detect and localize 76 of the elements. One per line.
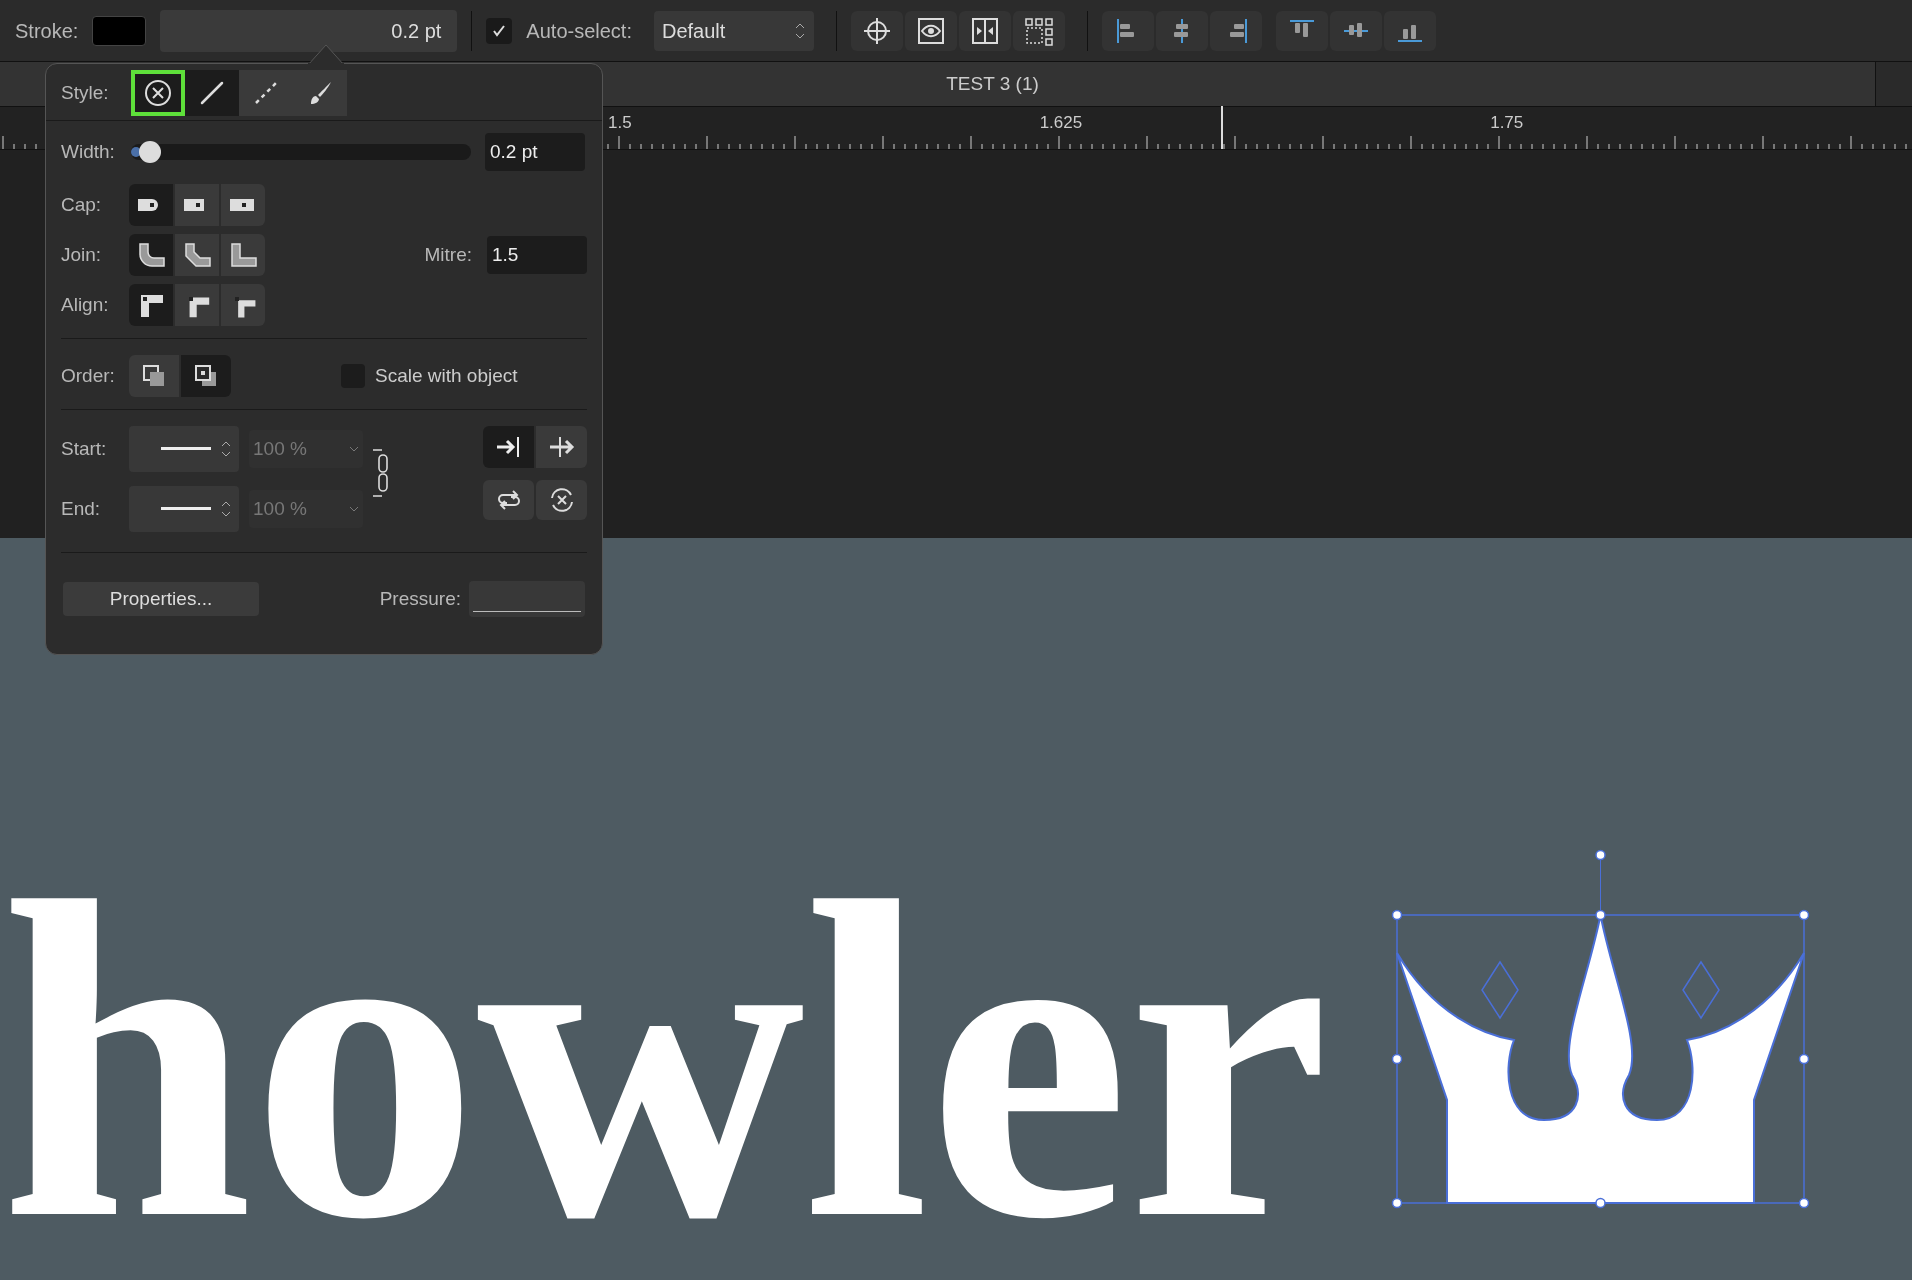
chevron-down-icon [349, 505, 359, 513]
align-horizontal-button[interactable] [1101, 10, 1154, 51]
snapping-button[interactable] [850, 10, 903, 51]
stroke-front-icon [193, 363, 219, 389]
segment-button[interactable] [221, 234, 265, 276]
field-label: Order: [61, 363, 116, 388]
mirror-icon [969, 15, 1000, 46]
align-vertical-button[interactable] [1329, 10, 1382, 51]
scale-with-object-label: Scale with object [375, 363, 518, 388]
field-label: Style: [61, 80, 110, 105]
line-end-icon [161, 446, 211, 452]
view-button[interactable] [904, 10, 957, 51]
auto-select-label: Auto-select: [526, 18, 632, 44]
line-join-icon [182, 242, 212, 268]
transform-button[interactable] [1012, 10, 1065, 51]
stroke-style-button[interactable] [185, 70, 239, 116]
field-label: Start: [61, 436, 108, 461]
stroke-color-swatch[interactable] [92, 15, 147, 46]
mitre-label: Mitre: [424, 242, 472, 267]
line-join-icon [136, 242, 166, 268]
swap-arrowheads-button[interactable] [483, 480, 534, 520]
line-end-icon [161, 506, 211, 512]
crown-drawing[interactable] [1391, 849, 1810, 1209]
stepper-icon [221, 439, 231, 459]
align-horizontal-button[interactable] [1155, 10, 1208, 51]
dashed-line-icon [253, 80, 279, 106]
align-vertical-button[interactable] [1275, 10, 1328, 51]
flip-button[interactable] [958, 10, 1011, 51]
stroke-behind-icon [141, 363, 167, 389]
stroke-label: Stroke: [15, 18, 79, 44]
align-horizontal-button[interactable] [1209, 10, 1262, 51]
pressure-curve-field[interactable] [469, 581, 585, 617]
properties-button[interactable]: Properties... [63, 582, 259, 616]
mitre-field[interactable]: 1.5 [487, 236, 587, 274]
arrow-through-line-icon [547, 435, 576, 459]
pressure-label: Pressure: [379, 586, 461, 611]
segment-button[interactable] [175, 184, 219, 226]
field-label: Align: [61, 292, 110, 317]
segment-button[interactable] [129, 234, 173, 276]
segment-button[interactable] [536, 426, 587, 468]
field-label: Join: [61, 242, 103, 267]
segment-button[interactable] [483, 426, 534, 468]
segment-button[interactable] [129, 355, 179, 397]
stroke-style-button[interactable] [131, 70, 185, 116]
width-slider[interactable] [131, 144, 471, 160]
stroke-width-field[interactable]: 0.2 pt [160, 9, 458, 52]
field-label: End: [61, 496, 102, 521]
segment-button[interactable] [221, 284, 265, 326]
segment-button[interactable] [129, 184, 173, 226]
ruler-label: 1.625 [1039, 112, 1083, 134]
arrowhead-dropdown[interactable] [129, 486, 239, 532]
slider-thumb[interactable] [139, 141, 162, 163]
line-join-icon [228, 242, 258, 268]
field-label: Width: [61, 139, 116, 164]
wordmark-text: howler [0, 833, 1328, 1280]
auto-select-checkbox[interactable] [486, 17, 513, 44]
segment-button[interactable] [221, 184, 265, 226]
crosshair-icon [861, 15, 892, 46]
segment-button[interactable] [175, 284, 219, 326]
no-style-icon [143, 78, 173, 108]
ruler-label: 1.75 [1490, 112, 1524, 134]
reset-arrowheads-button[interactable] [536, 480, 587, 520]
selection-mode-dropdown[interactable]: Default [653, 10, 814, 51]
grid-icon [1022, 15, 1055, 46]
align-vertical-button[interactable] [1383, 10, 1436, 51]
eye-icon [915, 15, 946, 46]
segment-button[interactable] [181, 355, 231, 397]
ruler-label: 1.5 [608, 112, 632, 134]
segment-button[interactable] [129, 284, 173, 326]
stepper-icon [221, 499, 231, 519]
chevron-down-icon [349, 445, 359, 453]
field-label: Cap: [61, 192, 103, 217]
arrowhead-dropdown[interactable] [129, 426, 239, 472]
width-field[interactable]: 0.2 pt [485, 133, 585, 171]
segment-button[interactable] [175, 234, 219, 276]
solid-line-icon [199, 80, 225, 106]
